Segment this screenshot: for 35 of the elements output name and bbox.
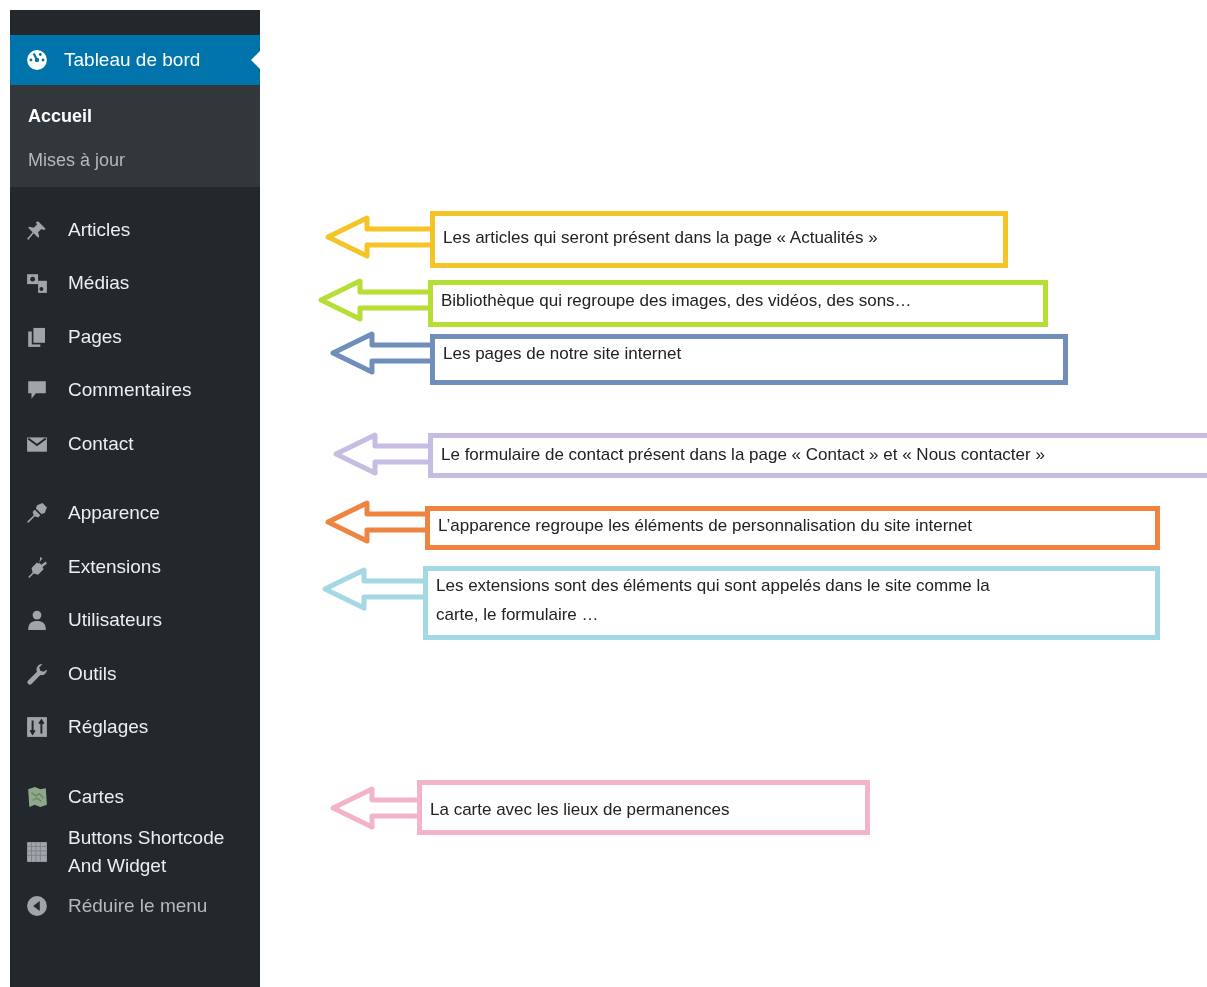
menu-item[interactable]: Commentaires — [10, 363, 260, 417]
menu-item[interactable]: Utilisateurs — [10, 593, 260, 647]
user-icon — [26, 609, 48, 632]
menu-item[interactable]: Buttons Shortcode And Widget — [10, 823, 260, 880]
collapse-icon — [26, 895, 48, 918]
grid-icon — [26, 840, 48, 863]
submenu-item[interactable]: Accueil — [10, 105, 260, 127]
annotation-note: Le formulaire de contact présent dans la page « Contact » et « Nous contacter » — [428, 433, 1207, 478]
plug-icon — [26, 555, 48, 578]
annotation-note: Les articles qui seront présent dans la page « Actualités » — [430, 211, 1008, 268]
collapse-menu-button[interactable]: Réduire le menu — [10, 879, 260, 933]
submenu-item[interactable]: Mises à jour — [10, 149, 260, 171]
menu-item[interactable]: Pages — [10, 310, 260, 364]
brush-icon — [26, 502, 48, 525]
gauge-icon — [26, 49, 48, 71]
map-icon — [26, 785, 48, 808]
wrench-icon — [26, 662, 48, 685]
menu-item[interactable]: Extensions — [10, 540, 260, 594]
menu-item[interactable]: Réglages — [10, 700, 260, 754]
annotation-note: Les extensions sont des éléments qui sont appelés dans le site comme la carte, le formulaire … — [423, 566, 1160, 640]
annotation-note: Les pages de notre site internet — [430, 334, 1068, 385]
annotation-note: L’apparence regroupe les éléments de personnalisation du site internet — [425, 506, 1160, 550]
sliders-icon — [26, 716, 48, 739]
menu-item[interactable]: Outils — [10, 647, 260, 701]
pin-icon — [26, 218, 48, 241]
menu-item[interactable]: Articles — [10, 203, 260, 257]
annotation-note: La carte avec les lieux de permanences — [417, 780, 870, 835]
pages-icon — [26, 325, 48, 348]
menu-item[interactable]: Cartes — [10, 770, 260, 824]
media-icon — [26, 272, 48, 295]
menu-item[interactable]: Médias — [10, 256, 260, 310]
menu-item[interactable]: Contact — [10, 417, 260, 471]
annotation-note: Bibliothèque qui regroupe des images, des vidéos, des sons… — [428, 280, 1048, 327]
menu-item[interactable]: Apparence — [10, 486, 260, 540]
menu-item[interactable]: Tableau de bord — [10, 35, 260, 85]
